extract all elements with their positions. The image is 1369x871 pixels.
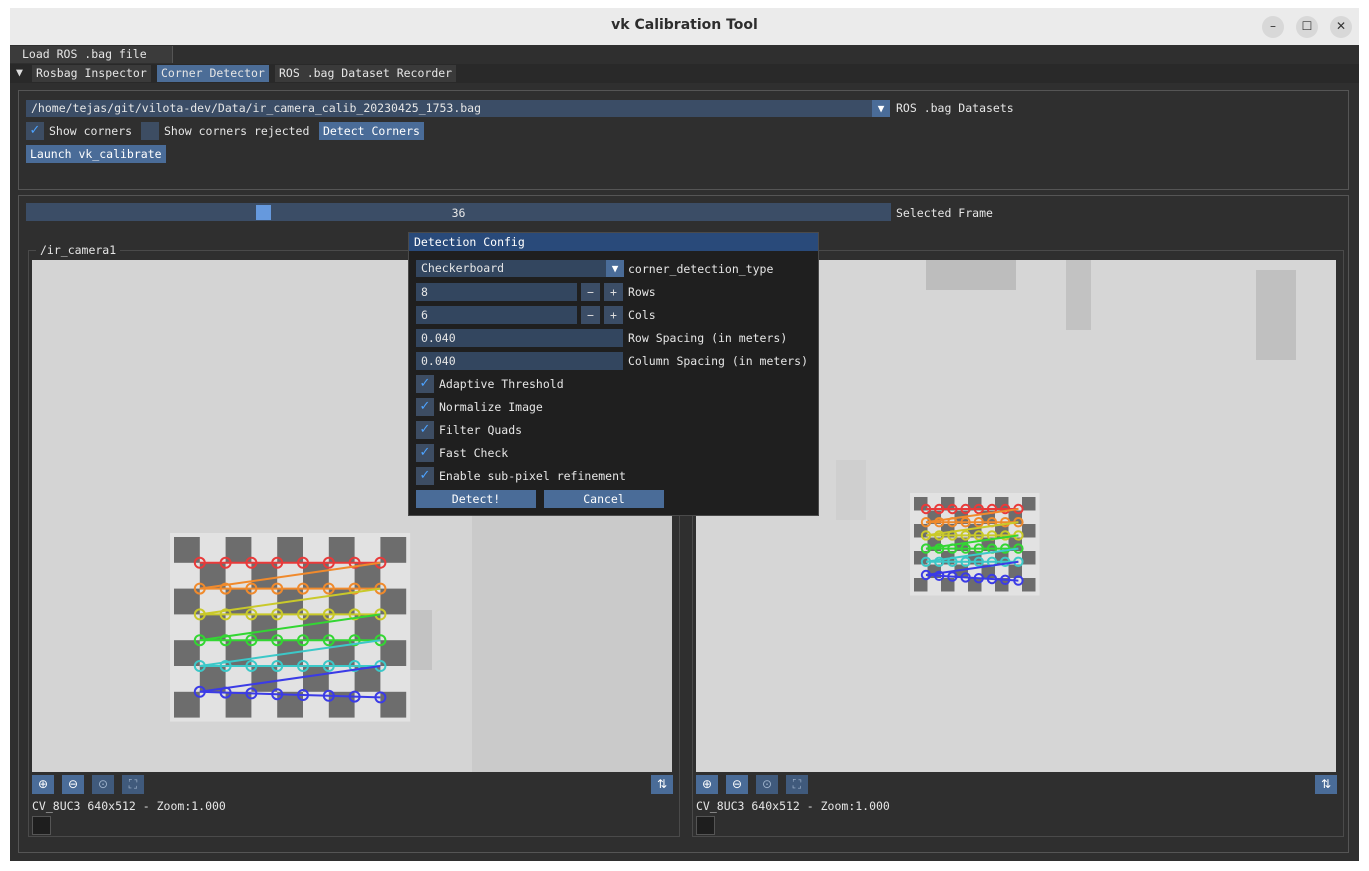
chevron-down-icon[interactable]: ▼	[872, 100, 890, 117]
frame-value: 36	[451, 206, 466, 220]
popup-title: Detection Config	[409, 233, 818, 251]
tab-rosbag-inspector[interactable]: Rosbag Inspector	[32, 65, 151, 82]
zoom-in-icon[interactable]: ⊕	[32, 775, 54, 794]
dataset-label: ROS .bag Datasets	[896, 101, 1014, 115]
row-spacing-input[interactable]: 0.040	[416, 329, 623, 347]
fast-check-label: Fast Check	[439, 446, 509, 460]
checkerboard-square	[1022, 578, 1036, 592]
detect-button[interactable]: Detect!	[416, 490, 536, 508]
camera1-color-swatch[interactable]	[32, 816, 51, 835]
corner-type-combo[interactable]: Checkerboard	[416, 260, 606, 277]
cols-decrement-button[interactable]: −	[581, 306, 600, 324]
detect-corners-button[interactable]: Detect Corners	[319, 122, 424, 140]
zoom-out-icon[interactable]: ⊖	[726, 775, 748, 794]
cols-input[interactable]: 6	[416, 306, 577, 324]
maximize-button[interactable]: ☐	[1296, 16, 1318, 38]
adaptive-threshold-checkbox[interactable]: ✓	[416, 375, 434, 393]
app-window: vk Calibration Tool – ☐ ✕ Load ROS .bag …	[10, 8, 1359, 861]
cols-label: Cols	[628, 308, 656, 322]
col-spacing-label: Column Spacing (in meters)	[628, 354, 809, 368]
normalize-image-checkbox[interactable]: ✓	[416, 398, 434, 416]
zoom-reset-icon[interactable]: ⊙	[756, 775, 778, 794]
launch-calibrate-button[interactable]: Launch vk_calibrate	[26, 145, 166, 163]
cancel-button[interactable]: Cancel	[544, 490, 664, 508]
fit-view-icon[interactable]: ⛶	[786, 775, 808, 794]
camera1-label: /ir_camera1	[36, 243, 121, 257]
checkerboard-square	[1022, 551, 1036, 565]
chevron-down-icon[interactable]: ▼	[606, 260, 624, 277]
adjust-icon[interactable]: ⇅	[651, 775, 673, 794]
load-bag-menu[interactable]: Load ROS .bag file	[10, 46, 173, 63]
frame-slider-thumb[interactable]	[255, 205, 271, 220]
subpixel-label: Enable sub-pixel refinement	[439, 469, 626, 483]
filter-quads-label: Filter Quads	[439, 423, 523, 437]
close-button[interactable]: ✕	[1330, 16, 1352, 38]
tab-dataset-recorder[interactable]: ROS .bag Dataset Recorder	[275, 65, 457, 82]
tab-corner-detector[interactable]: Corner Detector	[157, 65, 269, 82]
col-spacing-input[interactable]: 0.040	[416, 352, 623, 370]
show-corners-rejected-checkbox[interactable]	[141, 122, 159, 140]
rows-input[interactable]: 8	[416, 283, 577, 301]
minimize-button[interactable]: –	[1262, 16, 1284, 38]
fit-view-icon[interactable]: ⛶	[122, 775, 144, 794]
detection-config-popup: Detection Config Checkerboard ▼ corner_d…	[408, 232, 819, 516]
normalize-image-label: Normalize Image	[439, 400, 543, 414]
title-bar: vk Calibration Tool – ☐ ✕	[10, 8, 1359, 46]
dataset-path-combo[interactable]: /home/tejas/git/vilota-dev/Data/ir_camer…	[26, 100, 872, 117]
filter-quads-checkbox[interactable]: ✓	[416, 421, 434, 439]
cols-increment-button[interactable]: +	[604, 306, 623, 324]
fast-check-checkbox[interactable]: ✓	[416, 444, 434, 462]
show-corners-checkbox[interactable]: ✓	[26, 122, 44, 140]
frame-label: Selected Frame	[896, 206, 993, 220]
zoom-in-icon[interactable]: ⊕	[696, 775, 718, 794]
camera2-color-swatch[interactable]	[696, 816, 715, 835]
checkerboard-square	[914, 497, 928, 511]
checkerboard-square	[1022, 524, 1036, 538]
adaptive-threshold-label: Adaptive Threshold	[439, 377, 564, 391]
zoom-reset-icon[interactable]: ⊙	[92, 775, 114, 794]
rows-decrement-button[interactable]: −	[581, 283, 600, 301]
camera2-info: CV_8UC3 640x512 - Zoom:1.000	[696, 799, 890, 813]
checkerboard-square	[1022, 497, 1036, 511]
window-title: vk Calibration Tool	[611, 17, 758, 33]
zoom-out-icon[interactable]: ⊖	[62, 775, 84, 794]
rows-label: Rows	[628, 285, 656, 299]
subpixel-checkbox[interactable]: ✓	[416, 467, 434, 485]
adjust-icon[interactable]: ⇅	[1315, 775, 1337, 794]
row-spacing-label: Row Spacing (in meters)	[628, 331, 788, 345]
tab-list-toggle-icon[interactable]: ▼	[16, 65, 23, 79]
menu-bar	[10, 45, 1359, 64]
corner-type-label: corner_detection_type	[628, 262, 774, 276]
show-corners-label: Show corners	[49, 124, 133, 138]
rows-increment-button[interactable]: +	[604, 283, 623, 301]
show-corners-rejected-label: Show corners rejected	[164, 124, 310, 138]
camera1-info: CV_8UC3 640x512 - Zoom:1.000	[32, 799, 226, 813]
